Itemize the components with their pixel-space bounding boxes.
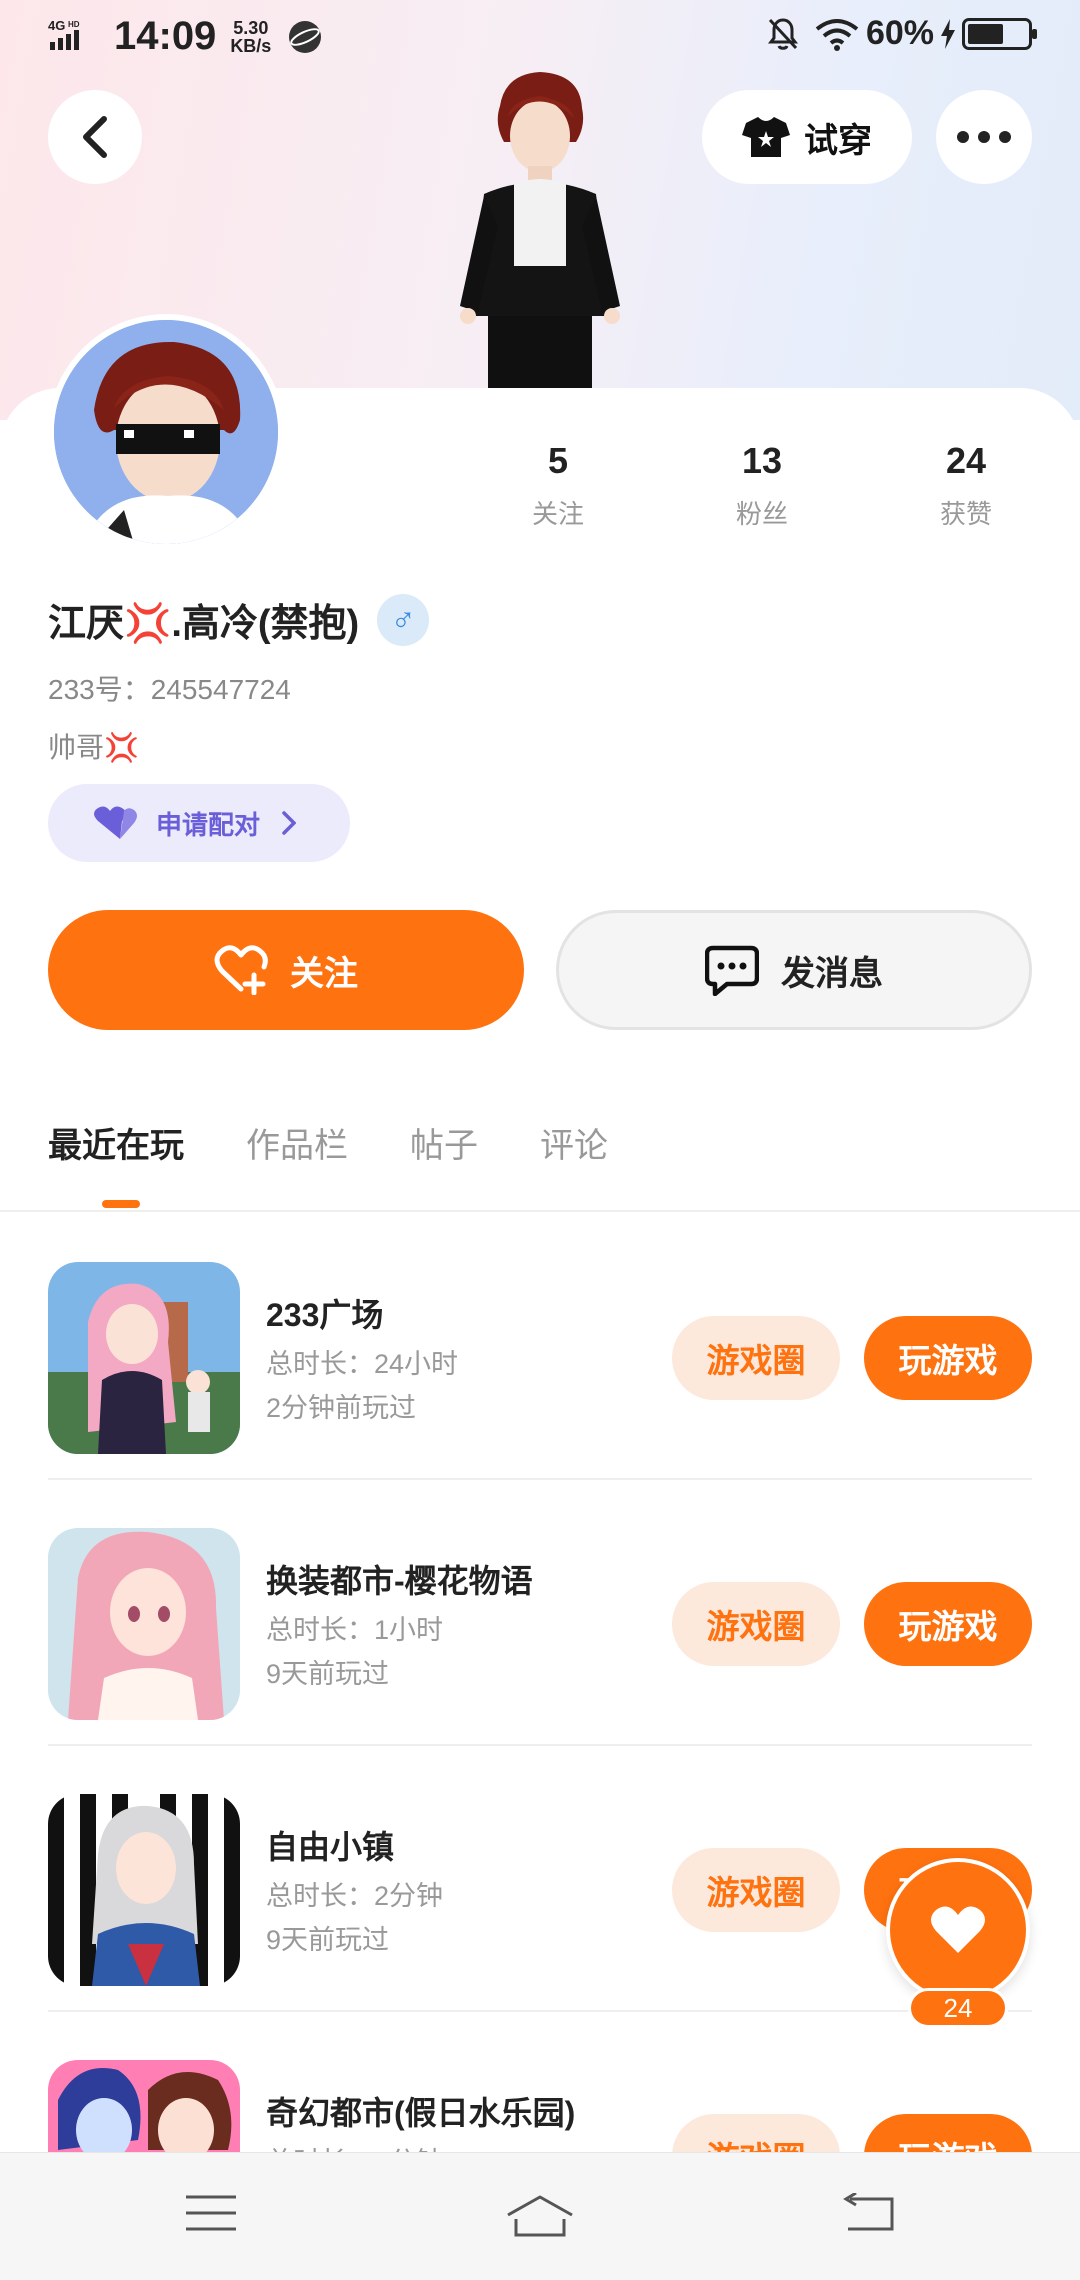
network-speed: 5.30 KB/s	[230, 17, 272, 56]
back-button[interactable]	[48, 90, 142, 184]
back-nav-icon[interactable]	[842, 2193, 896, 2233]
battery-percent: 60%	[865, 14, 934, 52]
double-heart-icon	[94, 806, 137, 839]
profile-tabs: 最近在玩 作品栏 帖子 评论	[48, 1118, 670, 1208]
heart-plus-icon	[214, 945, 268, 995]
home-icon[interactable]	[504, 2193, 576, 2237]
signal-icon: 4G HD	[48, 18, 80, 50]
game-play-duration: 总时长：24小时	[266, 1349, 459, 1379]
planet-icon	[289, 20, 322, 53]
game-last-played: 2分钟前玩过	[266, 1393, 417, 1423]
stat-likes-count: 24	[945, 440, 987, 481]
wifi-icon	[815, 18, 859, 51]
mute-bell-icon	[767, 17, 798, 50]
game-circle-button[interactable]: 游戏圈	[672, 1848, 840, 1932]
game-icon[interactable]	[48, 1528, 240, 1720]
user-bio: 帅哥💢	[48, 732, 139, 763]
stat-fans-label: 粉丝	[735, 499, 788, 529]
chat-bubble-icon	[705, 945, 759, 996]
game-circle-button[interactable]: 游戏圈	[672, 1582, 840, 1666]
play-game-button[interactable]: 玩游戏	[864, 1582, 1032, 1666]
send-message-button[interactable]: 发消息	[556, 910, 1032, 1030]
game-circle-button[interactable]: 游戏圈	[672, 1316, 840, 1400]
tab-works[interactable]: 作品栏	[246, 1118, 348, 1167]
game-list-item[interactable]: 换装都市-樱花物语 总时长：1小时 9天前玩过 游戏圈 玩游戏	[48, 1478, 1032, 1746]
game-list-item[interactable]: 自由小镇 总时长：2分钟 9天前玩过 游戏圈 玩游戏	[48, 1744, 1032, 2012]
send-message-label: 发消息	[781, 954, 883, 993]
charging-icon	[941, 18, 955, 49]
shirt-icon	[742, 117, 790, 157]
stat-fans[interactable]: 13 粉丝	[682, 440, 842, 531]
network-indicator: 4G HD	[48, 18, 94, 55]
chevron-right-icon	[282, 811, 297, 835]
like-count-badge: 24	[908, 1988, 1008, 2028]
stat-likes[interactable]: 24 获赞	[886, 440, 1046, 531]
game-name: 233广场	[266, 1297, 384, 1333]
username-row: 江厌💢.高冷(禁抱) ♂	[48, 592, 430, 647]
tab-posts[interactable]: 帖子	[410, 1118, 478, 1167]
avatar-character-illustration	[460, 72, 620, 396]
game-play-duration: 总时长：2分钟	[266, 1881, 444, 1911]
more-options-button[interactable]	[936, 90, 1032, 184]
svg-text:HD: HD	[68, 20, 80, 29]
more-dots-icon	[957, 131, 1011, 143]
floating-like-button[interactable]	[886, 1858, 1030, 2002]
tab-comments[interactable]: 评论	[540, 1118, 608, 1167]
play-game-button[interactable]: 玩游戏	[864, 1316, 1032, 1400]
heart-icon	[931, 1906, 985, 1953]
follow-button[interactable]: 关注	[48, 910, 524, 1030]
game-name: 奇幻都市(假日水乐园)	[266, 2095, 576, 2131]
follow-label: 关注	[290, 954, 358, 993]
game-icon[interactable]	[48, 1262, 240, 1454]
stat-fans-count: 13	[741, 440, 783, 481]
stat-following-label: 关注	[531, 499, 584, 529]
game-icon[interactable]	[48, 1794, 240, 1986]
game-list-item[interactable]: 233广场 总时长：24小时 2分钟前玩过 游戏圈 玩游戏	[48, 1212, 1032, 1480]
svg-text:4G: 4G	[48, 18, 65, 33]
stat-following[interactable]: 5 关注	[478, 440, 638, 531]
game-last-played: 9天前玩过	[266, 1925, 390, 1955]
system-navigation-bar	[0, 2152, 1080, 2280]
battery-icon	[962, 17, 1037, 50]
menu-icon[interactable]	[184, 2193, 238, 2233]
chevron-left-icon	[83, 116, 107, 158]
stat-following-count: 5	[547, 440, 569, 481]
try-on-button[interactable]: 试穿	[702, 90, 912, 184]
try-on-label: 试穿	[804, 121, 872, 160]
tab-recently-played[interactable]: 最近在玩	[48, 1118, 184, 1208]
game-play-duration: 总时长：1小时	[266, 1615, 444, 1645]
game-last-played: 9天前玩过	[266, 1659, 390, 1689]
stat-likes-label: 获赞	[939, 499, 992, 529]
request-pairing-button[interactable]: 申请配对	[48, 784, 350, 862]
game-name: 自由小镇	[266, 1829, 395, 1865]
username: 江厌💢.高冷(禁抱)	[48, 603, 360, 645]
status-bar: 4G HD 14:09 5.30 KB/s 60%	[0, 0, 1080, 70]
game-name: 换装都市-樱花物语	[266, 1563, 533, 1599]
clock: 14:09	[114, 14, 217, 58]
user-id: 233号：245547724	[48, 674, 291, 705]
male-gender-icon: ♂	[377, 593, 430, 646]
request-pairing-label: 申请配对	[156, 809, 261, 840]
profile-stats: 5 关注 13 粉丝 24 获赞	[0, 440, 1080, 540]
